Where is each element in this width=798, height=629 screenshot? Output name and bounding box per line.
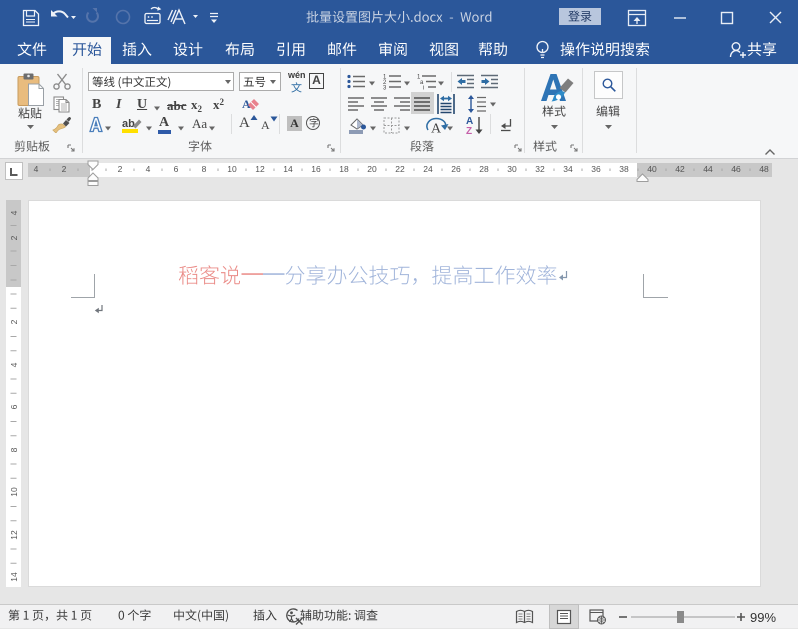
svg-text:A: A <box>431 122 442 137</box>
svg-text:i: i <box>423 86 424 91</box>
svg-text:Z: Z <box>466 126 472 135</box>
svg-text:ab: ab <box>122 118 135 130</box>
svg-text:3: 3 <box>383 86 387 91</box>
